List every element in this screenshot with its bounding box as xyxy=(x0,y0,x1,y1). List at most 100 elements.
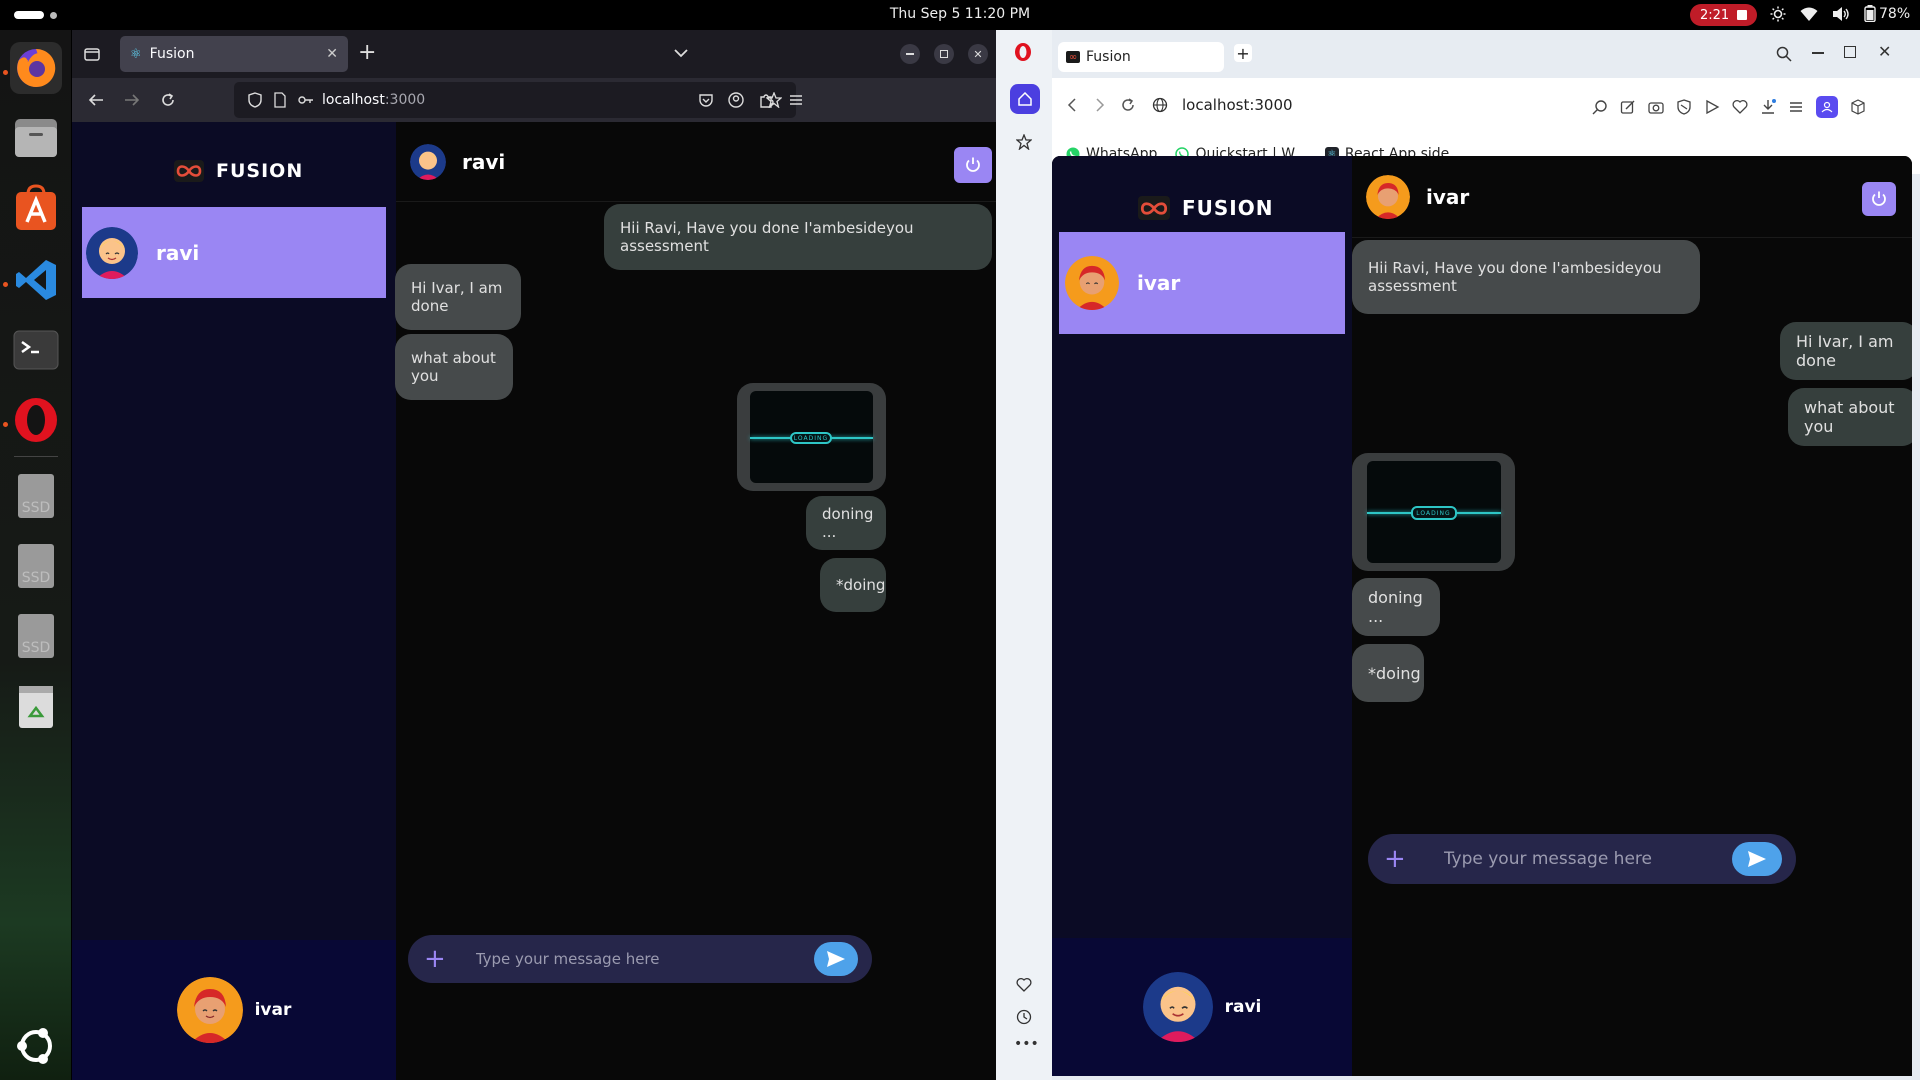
reload-icon[interactable] xyxy=(160,92,176,108)
minimize-button[interactable] xyxy=(1812,52,1824,54)
dock-separator xyxy=(14,456,58,457)
key-icon[interactable] xyxy=(298,94,314,106)
new-tab-icon[interactable]: + xyxy=(1234,44,1252,63)
battery-percent: 78% xyxy=(1879,5,1911,22)
react-favicon-icon: ⚛ xyxy=(130,46,142,62)
firefox-icon[interactable] xyxy=(10,42,62,94)
url-text: localhost:3000 xyxy=(322,92,426,108)
page-icon xyxy=(274,92,286,108)
opera-logo-icon[interactable] xyxy=(1014,42,1032,62)
edit-icon[interactable] xyxy=(1620,99,1636,115)
star-icon[interactable] xyxy=(1016,134,1032,150)
logout-power-button[interactable] xyxy=(954,147,992,183)
workspace-indicator-active xyxy=(14,11,44,19)
send-button[interactable] xyxy=(1732,842,1782,876)
stop-recording-icon xyxy=(1737,10,1748,20)
extensions-icon[interactable] xyxy=(758,92,774,108)
message-input[interactable] xyxy=(1443,849,1724,869)
favorite-heart-icon[interactable] xyxy=(1732,99,1748,115)
ssd-icon[interactable]: SSD xyxy=(10,610,62,662)
close-tab-icon[interactable]: ✕ xyxy=(326,46,338,62)
adblock-shield-icon[interactable] xyxy=(1676,99,1692,115)
camera-icon[interactable] xyxy=(1648,99,1664,115)
site-info-globe-icon[interactable] xyxy=(1152,97,1168,113)
recording-time: 2:21 xyxy=(1700,7,1730,23)
url-bar[interactable]: localhost:3000 xyxy=(1182,96,1293,114)
home-button[interactable] xyxy=(1010,84,1040,114)
message-bubble: what about you xyxy=(1788,388,1912,446)
send-icon xyxy=(1748,851,1766,867)
ssd-icon[interactable]: SSD xyxy=(10,470,62,522)
image-message[interactable]: LOADING xyxy=(1352,453,1515,571)
ubuntu-dock: SSD SSD SSD xyxy=(0,30,71,1080)
wifi-icon xyxy=(1800,7,1818,21)
opera-sidebar: ••• xyxy=(996,30,1052,1080)
reload-icon[interactable] xyxy=(1120,97,1136,113)
download-icon[interactable] xyxy=(1760,99,1776,115)
current-user-name: ravi xyxy=(1224,997,1262,1017)
contact-item-ravi[interactable]: ravi xyxy=(82,207,386,298)
maximize-button[interactable] xyxy=(934,44,954,64)
activities-button[interactable] xyxy=(14,11,57,19)
add-attachment-icon[interactable]: + xyxy=(424,944,446,974)
new-tab-icon[interactable]: + xyxy=(358,40,376,65)
page-viewport: FUSION ravi ivar ravi Hii Ravi, Have you… xyxy=(72,122,996,1080)
history-clock-icon[interactable] xyxy=(1016,1009,1032,1025)
tab-fusion[interactable]: ⚛ Fusion ✕ xyxy=(120,36,348,72)
play-icon[interactable] xyxy=(1704,99,1720,115)
system-tray[interactable]: 78% xyxy=(1770,5,1910,22)
ssd-icon[interactable]: SSD xyxy=(10,540,62,592)
pocket-icon[interactable] xyxy=(698,92,714,108)
power-icon xyxy=(966,157,980,172)
close-window-button[interactable]: ✕ xyxy=(968,44,988,64)
message-input[interactable] xyxy=(475,950,786,968)
running-indicator xyxy=(3,282,8,287)
chat-title: ivar xyxy=(1426,184,1470,209)
back-arrow-icon[interactable] xyxy=(88,92,104,108)
close-window-button[interactable]: ✕ xyxy=(1878,42,1891,61)
message-bubble: Hi Ivar, I am done xyxy=(1780,322,1912,380)
message-bubble: Hii Ravi, Have you done I'ambesideyou as… xyxy=(604,204,992,270)
loading-image: LOADING xyxy=(1366,461,1501,563)
tab-overview-icon[interactable] xyxy=(84,46,100,62)
extensions-cube-icon[interactable] xyxy=(1850,99,1866,115)
logout-power-button[interactable] xyxy=(1862,182,1896,216)
vscode-icon[interactable] xyxy=(10,254,62,306)
minimize-button[interactable] xyxy=(900,44,920,64)
current-user-panel: ravi xyxy=(1052,938,1352,1076)
terminal-icon[interactable] xyxy=(10,324,62,376)
app-center-icon[interactable] xyxy=(10,182,62,234)
clock[interactable]: Thu Sep 5 11:20 PM xyxy=(890,6,1030,22)
back-arrow-icon[interactable] xyxy=(1066,98,1078,112)
hamburger-menu-icon[interactable] xyxy=(788,92,804,108)
tab-fusion[interactable]: ∞ Fusion xyxy=(1058,42,1224,72)
chat-title: ravi xyxy=(462,149,506,174)
screen-recording-indicator[interactable]: 2:21 xyxy=(1690,4,1758,26)
forward-arrow-icon[interactable] xyxy=(124,92,140,108)
shield-icon[interactable] xyxy=(248,92,262,108)
heart-icon[interactable] xyxy=(1016,977,1032,993)
contact-item-ivar[interactable]: ivar xyxy=(1059,232,1345,334)
system-top-bar: Thu Sep 5 11:20 PM 2:21 78% xyxy=(0,0,1920,30)
forward-arrow-icon[interactable] xyxy=(1094,98,1106,112)
avatar xyxy=(86,226,138,279)
zoom-search-icon[interactable] xyxy=(1592,99,1608,115)
send-button[interactable] xyxy=(814,942,858,976)
svg-text:SSD: SSD xyxy=(22,570,51,586)
easy-setup-icon[interactable] xyxy=(1788,99,1804,115)
profile-button[interactable] xyxy=(1816,96,1838,118)
trash-icon[interactable] xyxy=(10,680,62,732)
more-options-icon[interactable]: ••• xyxy=(1014,1036,1039,1052)
home-icon xyxy=(1018,92,1032,106)
tab-list-chevron-icon[interactable] xyxy=(674,48,688,58)
ubuntu-apps-icon[interactable] xyxy=(10,1020,62,1072)
opera-icon[interactable] xyxy=(10,394,62,446)
maximize-button[interactable] xyxy=(1844,46,1856,58)
files-icon[interactable] xyxy=(10,112,62,164)
add-attachment-icon[interactable]: + xyxy=(1384,844,1406,874)
image-message[interactable]: LOADING xyxy=(737,383,886,491)
loading-label: LOADING xyxy=(1410,506,1457,520)
avatar xyxy=(1366,174,1410,219)
tab-search-icon[interactable] xyxy=(1776,46,1792,62)
account-icon[interactable] xyxy=(728,92,744,108)
